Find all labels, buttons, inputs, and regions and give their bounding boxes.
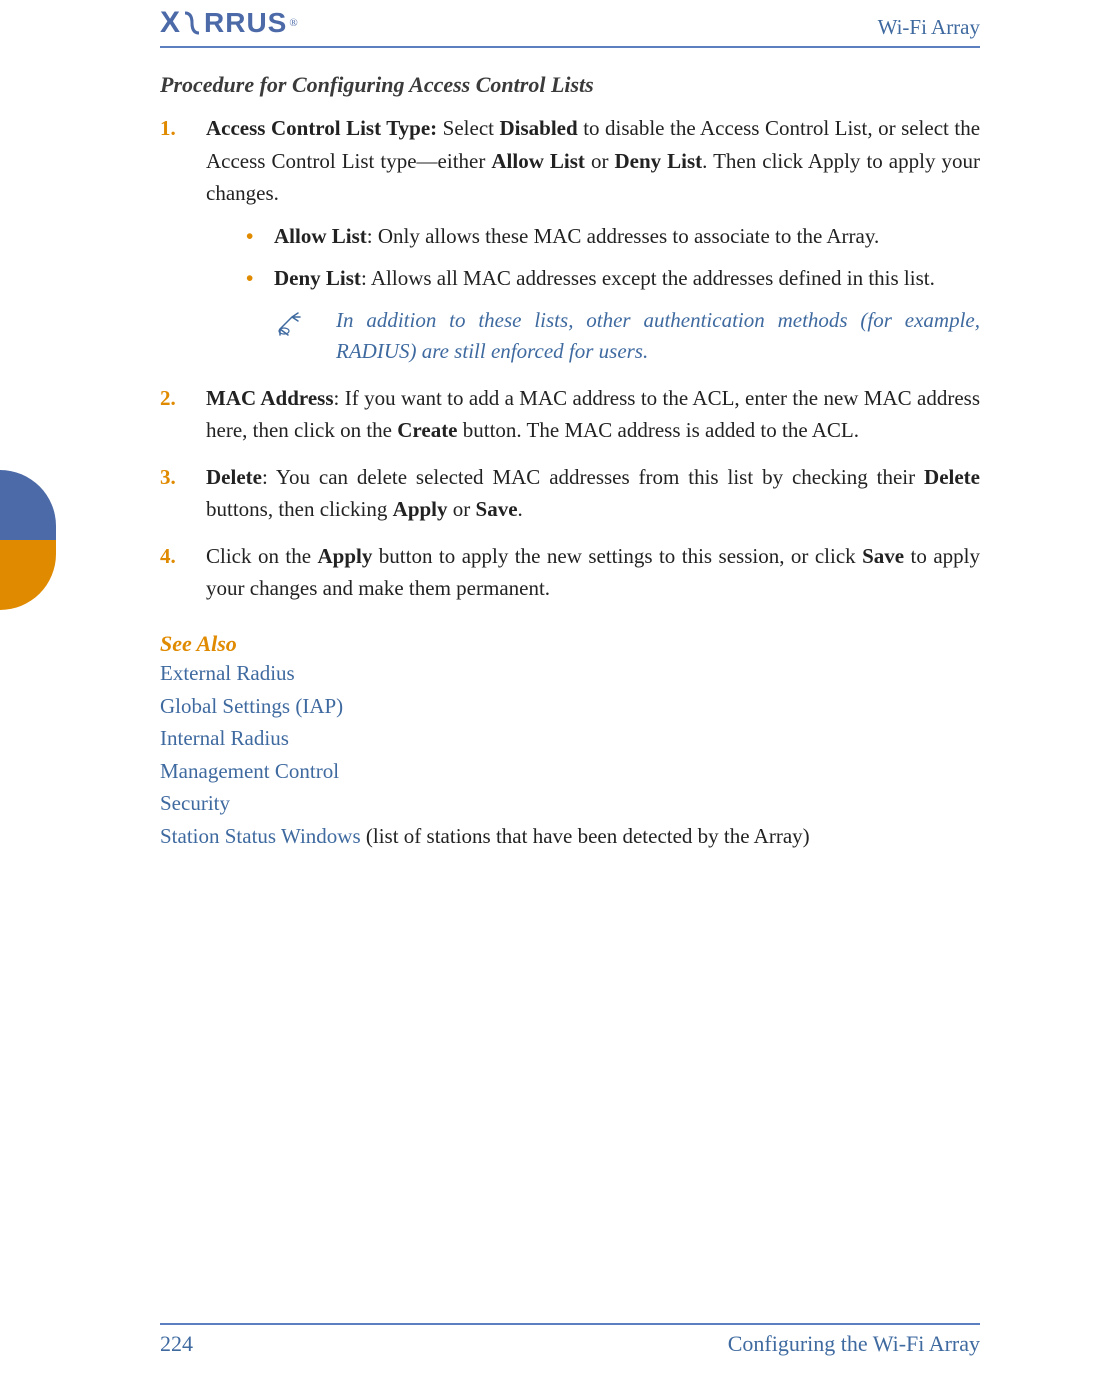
see-also-tail-text: (list of stations that have been detecte… — [361, 824, 810, 848]
note-block: In addition to these lists, other authen… — [278, 305, 980, 368]
bold-text: Deny List — [614, 149, 702, 173]
see-also-line-station: Station Status Windows (list of stations… — [160, 820, 980, 853]
bold-text: Apply — [393, 497, 448, 521]
section-heading: Procedure for Configuring Access Control… — [160, 72, 980, 98]
bullet-icon: • — [246, 262, 253, 295]
step-number: 3. — [160, 461, 194, 494]
bold-text: Deny List — [274, 266, 361, 290]
page-number: 224 — [160, 1331, 193, 1357]
text: . — [518, 497, 523, 521]
step-number: 4. — [160, 540, 194, 573]
text: or — [448, 497, 476, 521]
procedure-list: 1. Access Control List Type: Select Disa… — [160, 112, 980, 605]
step-lead: Access Control List Type: — [206, 116, 437, 140]
footer-bar: 224 Configuring the Wi-Fi Array — [160, 1323, 980, 1357]
page-content: X RRUS ® Wi-Fi Array Procedure for Confi… — [160, 0, 980, 852]
text: button. The MAC address is added to the … — [458, 418, 860, 442]
see-also-link-global-settings[interactable]: Global Settings (IAP) — [160, 690, 980, 723]
text: : Only allows these MAC addresses to ass… — [367, 224, 879, 248]
see-also-link-internal-radius[interactable]: Internal Radius — [160, 722, 980, 755]
step-lead: Delete — [206, 465, 262, 489]
step-4: 4. Click on the Apply button to apply th… — [206, 540, 980, 605]
section-tab — [0, 470, 56, 610]
logo-mark: X — [160, 6, 180, 40]
bold-text: Allow List — [274, 224, 367, 248]
tab-bottom-color — [0, 540, 56, 610]
bold-text: Save — [476, 497, 518, 521]
header-product-name: Wi-Fi Array — [878, 15, 980, 40]
text: Click on the — [206, 544, 318, 568]
step-lead: MAC Address — [206, 386, 334, 410]
see-also-link-security[interactable]: Security — [160, 787, 980, 820]
tab-top-color — [0, 470, 56, 540]
step-number: 1. — [160, 112, 194, 145]
bold-text: Save — [862, 544, 904, 568]
see-also-link-management-control[interactable]: Management Control — [160, 755, 980, 788]
header-bar: X RRUS ® Wi-Fi Array — [160, 0, 980, 48]
bullet-icon: • — [246, 220, 253, 253]
see-also-heading: See Also — [160, 631, 980, 657]
see-also-link-external-radius[interactable]: External Radius — [160, 657, 980, 690]
step-2: 2. MAC Address: If you want to add a MAC… — [206, 382, 980, 447]
text: : Allows all MAC addresses except the ad… — [361, 266, 935, 290]
sub-item-deny: • Deny List: Allows all MAC addresses ex… — [246, 262, 980, 295]
step-number: 2. — [160, 382, 194, 415]
bold-text: Create — [397, 418, 457, 442]
logo-text: RRUS — [204, 7, 287, 39]
step-3: 3. Delete: You can delete selected MAC a… — [206, 461, 980, 526]
text: or — [585, 149, 615, 173]
brand-logo: X RRUS ® — [160, 6, 298, 40]
logo-wave-icon — [182, 10, 202, 36]
note-hand-icon — [278, 309, 312, 347]
logo-registered: ® — [289, 17, 297, 29]
bold-text: Disabled — [500, 116, 578, 140]
step-1: 1. Access Control List Type: Select Disa… — [206, 112, 980, 368]
sub-item-allow: • Allow List: Only allows these MAC addr… — [246, 220, 980, 253]
text: button to apply the new settings to this… — [372, 544, 862, 568]
text: : You can delete selected MAC addresses … — [262, 465, 924, 489]
footer-section-title: Configuring the Wi-Fi Array — [728, 1331, 980, 1357]
sub-list: • Allow List: Only allows these MAC addr… — [246, 220, 980, 295]
text: Select — [437, 116, 499, 140]
bold-text: Apply — [318, 544, 373, 568]
bold-text: Delete — [924, 465, 980, 489]
text: buttons, then clicking — [206, 497, 393, 521]
note-text: In addition to these lists, other authen… — [336, 305, 980, 368]
see-also-link-station-status[interactable]: Station Status Windows — [160, 824, 361, 848]
bold-text: Allow List — [491, 149, 585, 173]
